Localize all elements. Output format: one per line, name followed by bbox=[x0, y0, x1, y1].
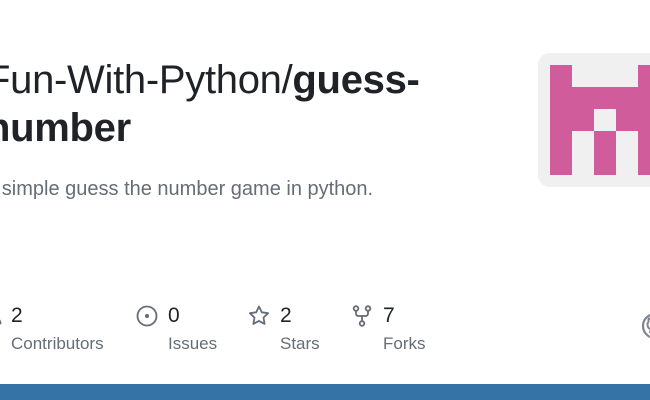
repo-social-card: Fun-With-Python/guess- number A simple g… bbox=[0, 0, 650, 400]
star-icon bbox=[249, 305, 269, 325]
language-bar bbox=[0, 384, 650, 400]
repo-description: A simple guess the number game in python… bbox=[0, 178, 374, 200]
forks-label: Forks bbox=[383, 334, 426, 353]
repo-title[interactable]: Fun-With-Python/guess- number bbox=[0, 56, 506, 152]
identicon-avatar-icon bbox=[550, 65, 650, 175]
issue-opened-icon bbox=[136, 305, 158, 327]
repo-name: guess- bbox=[292, 58, 420, 102]
stars-count: 2 bbox=[280, 304, 292, 327]
people-icon bbox=[0, 319, 2, 325]
stars-label: Stars bbox=[280, 334, 320, 353]
repo-stats: 2 Contributors 0 Issues 2 Stars 7 Forks bbox=[0, 300, 650, 360]
contributors-count: 2 bbox=[11, 304, 23, 327]
issues-count: 0 bbox=[168, 304, 180, 327]
github-mark-icon[interactable] bbox=[640, 311, 650, 341]
owner-avatar[interactable] bbox=[538, 53, 650, 187]
forks-count: 7 bbox=[383, 304, 395, 327]
issues-label: Issues bbox=[168, 334, 218, 353]
repo-forked-icon bbox=[352, 305, 372, 327]
repo-owner: Fun-With-Python/ bbox=[0, 58, 293, 102]
repo-name-continued: number bbox=[0, 106, 131, 150]
contributors-label: Contributors bbox=[11, 334, 104, 353]
